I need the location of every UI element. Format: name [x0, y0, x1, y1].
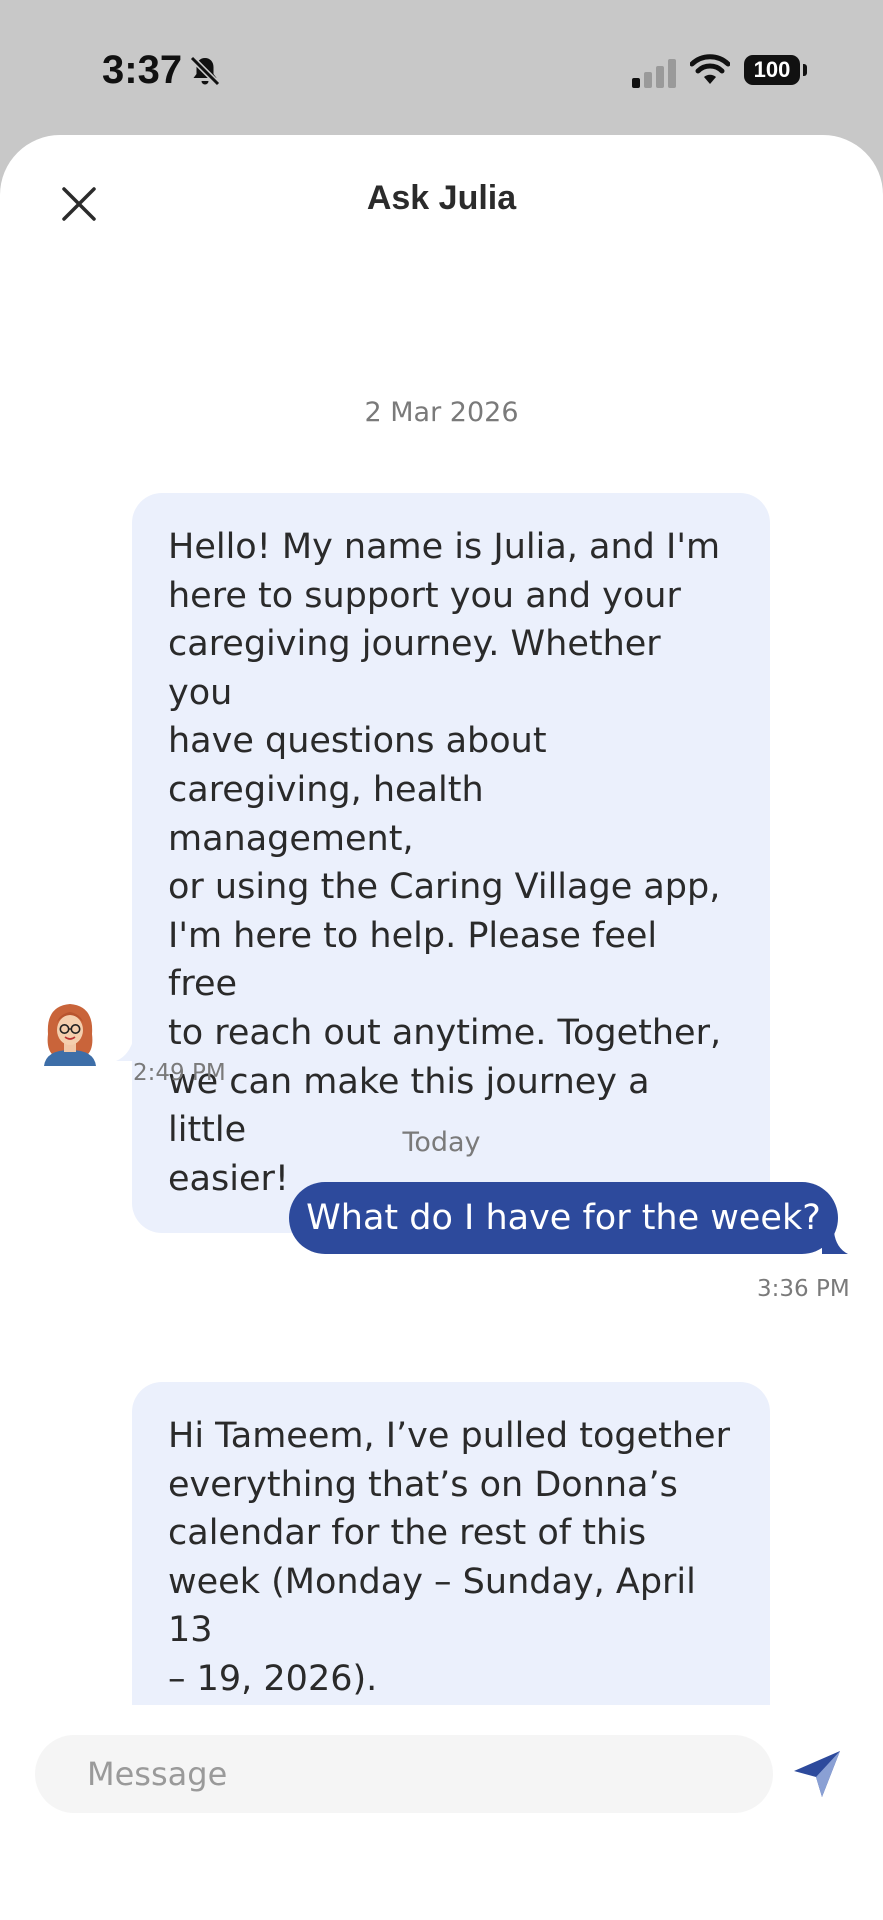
message-input[interactable] [35, 1735, 773, 1813]
status-time: 3:37 [102, 48, 183, 92]
bubble-tail [822, 1232, 848, 1254]
message-list[interactable]: 2 Mar 2026 Hello! My name is Julia, and … [0, 245, 883, 1705]
status-bar: 3:37 100 [0, 0, 883, 135]
signal-icon [632, 59, 676, 88]
send-icon [794, 1751, 840, 1797]
bell-slash-icon [189, 55, 221, 87]
julia-avatar [44, 1004, 96, 1066]
battery-indicator: 100 [744, 55, 800, 85]
message-timestamp: 2:49 PM [133, 1060, 226, 1086]
message-timestamp: 3:36 PM [757, 1276, 850, 1302]
incoming-message[interactable]: Hi Tameem, I’ve pulled together everythi… [132, 1382, 770, 1705]
page-title: Ask Julia [366, 179, 517, 217]
send-button[interactable] [790, 1747, 844, 1801]
outgoing-message[interactable]: What do I have for the week? [289, 1182, 838, 1254]
battery-cap [803, 64, 807, 76]
incoming-message[interactable]: Hello! My name is Julia, and I'm here to… [132, 493, 770, 1234]
wifi-icon [690, 54, 730, 84]
date-separator: 2 Mar 2026 [364, 397, 519, 428]
chat-sheet: Ask Julia 2 Mar 2026 Hello! My name is J… [0, 135, 883, 1920]
date-separator: Today [402, 1127, 481, 1158]
bubble-tail [116, 1037, 146, 1061]
